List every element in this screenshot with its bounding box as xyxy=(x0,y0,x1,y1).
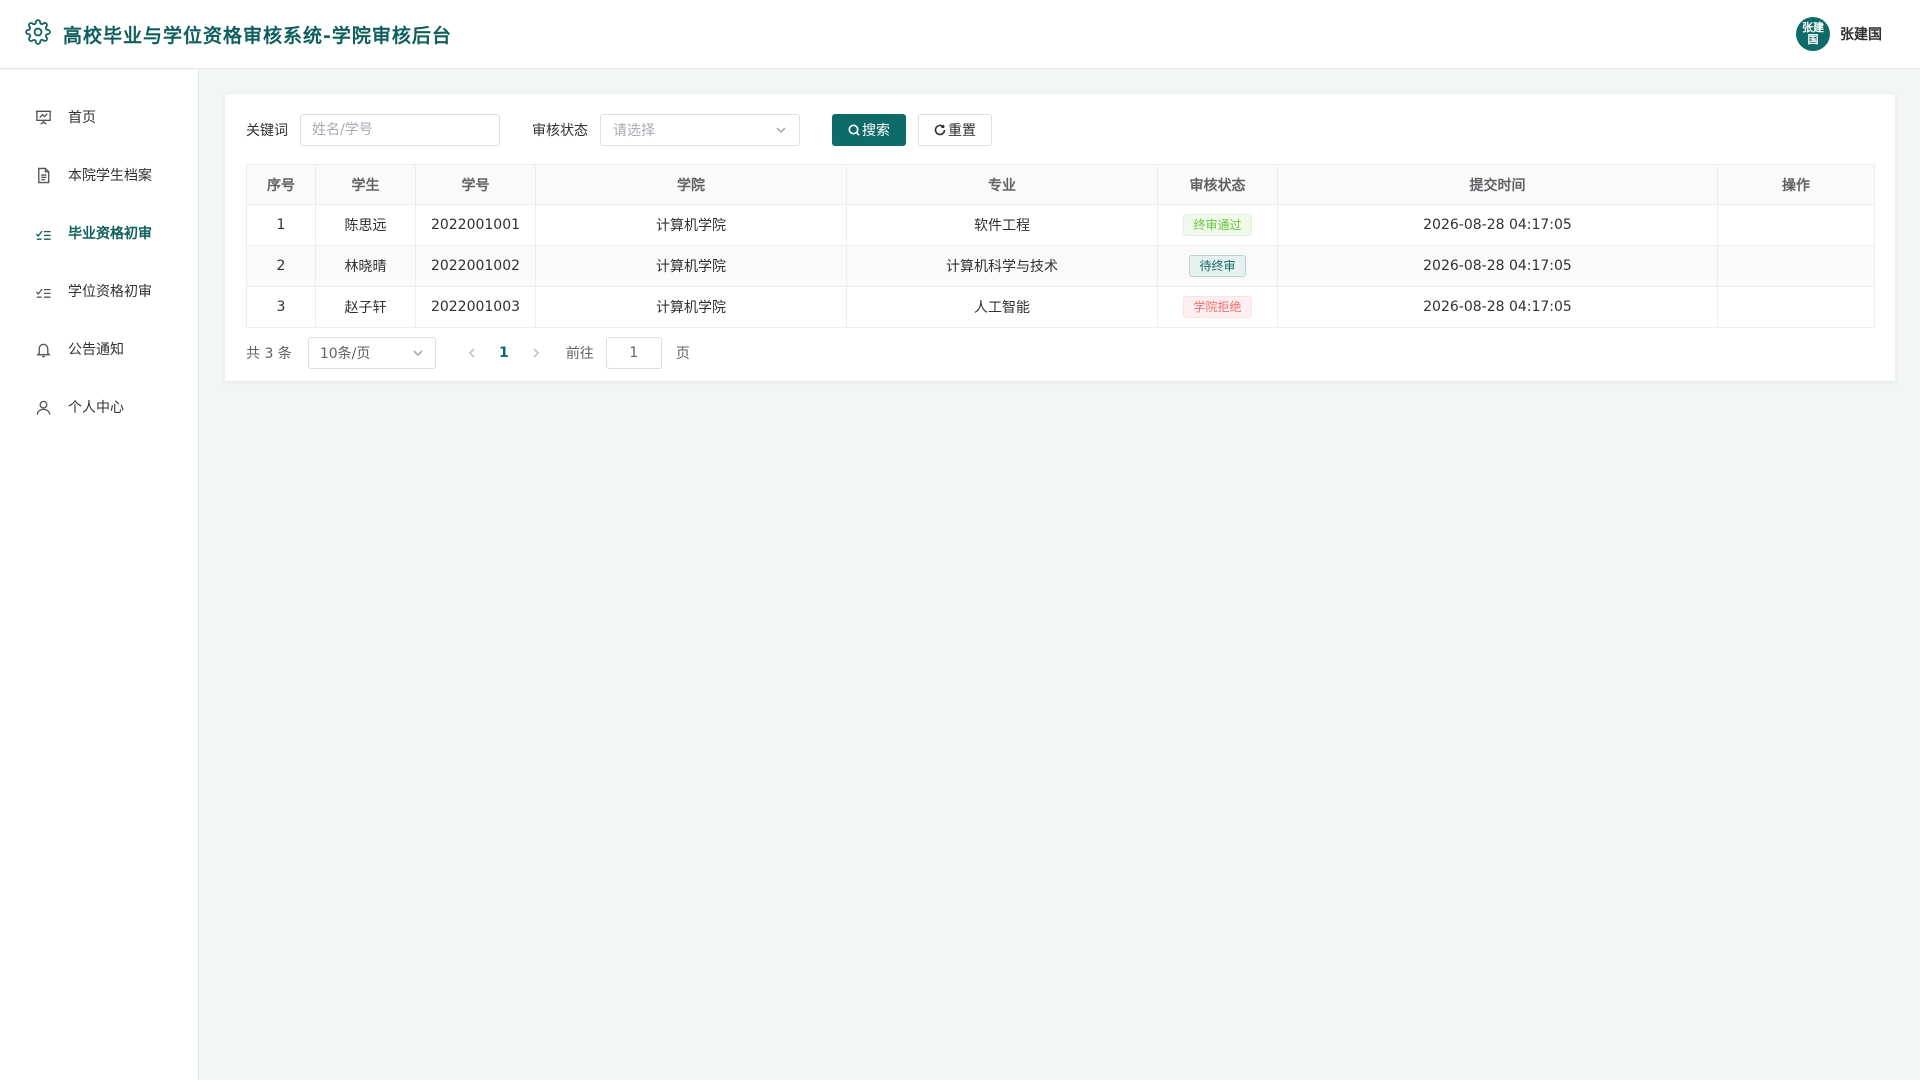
bell-icon xyxy=(36,343,51,357)
sidebar-item-label: 毕业资格初审 xyxy=(68,226,152,242)
pagination: 共 3 条 10条/页 1 前往 页 xyxy=(246,337,1874,369)
keyword-input[interactable] xyxy=(300,114,500,146)
status-badge: 待终审 xyxy=(1189,255,1246,277)
table-header-row: 序号 学生 学号 学院 专业 审核状态 提交时间 操作 xyxy=(246,164,1875,205)
cell-college: 计算机学院 xyxy=(535,245,847,287)
cell-student: 陈思远 xyxy=(315,204,416,246)
status-select-placeholder: 请选择 xyxy=(613,123,655,139)
cell-major: 软件工程 xyxy=(846,204,1158,246)
cell-status: 学院拒绝 xyxy=(1157,286,1278,328)
sidebar-item-graduation-review[interactable]: 毕业资格初审 xyxy=(0,204,198,262)
header-major: 专业 xyxy=(846,164,1158,205)
search-button-label: 搜索 xyxy=(862,123,890,139)
reset-button-label: 重置 xyxy=(948,123,976,139)
page-size-value: 10条/页 xyxy=(319,346,371,362)
search-button[interactable]: 搜索 xyxy=(832,114,906,146)
search-icon xyxy=(848,124,860,136)
cell-college: 计算机学院 xyxy=(535,286,847,328)
cell-actions xyxy=(1717,245,1875,287)
user-menu[interactable]: 张建国 张建国 xyxy=(1796,17,1882,51)
cell-status: 终审通过 xyxy=(1157,204,1278,246)
sidebar-item-home[interactable]: 首页 xyxy=(0,88,198,146)
pagination-total: 共 3 条 xyxy=(246,346,292,362)
page-number-current[interactable]: 1 xyxy=(488,345,520,361)
sidebar: 首页 本院学生档案 毕业资格初审 学位资格初审 公告通知 个人中心 xyxy=(0,70,199,1080)
status-label: 审核状态 xyxy=(532,123,588,139)
cell-index: 2 xyxy=(246,245,316,287)
cell-college: 计算机学院 xyxy=(535,204,847,246)
sidebar-item-label: 个人中心 xyxy=(68,400,124,416)
document-icon xyxy=(38,167,50,183)
cell-major: 人工智能 xyxy=(846,286,1158,328)
header-status: 审核状态 xyxy=(1157,164,1278,205)
cell-actions xyxy=(1717,204,1875,246)
header-college: 学院 xyxy=(535,164,847,205)
cell-index: 1 xyxy=(246,204,316,246)
review-card: 关键词 审核状态 请选择 搜索 重置 序号 学生 学号 学院 专业 xyxy=(225,94,1895,381)
status-badge: 终审通过 xyxy=(1183,214,1252,236)
sidebar-item-label: 首页 xyxy=(68,110,96,126)
user-icon xyxy=(36,400,51,415)
cell-submit-time: 2026-08-28 04:17:05 xyxy=(1277,245,1718,287)
cell-status: 待终审 xyxy=(1157,245,1278,287)
page-size-select[interactable]: 10条/页 xyxy=(307,337,436,369)
table-row[interactable]: 2 林晓晴 2022001002 计算机学院 计算机科学与技术 待终审 2026… xyxy=(246,245,1875,287)
filter-bar: 关键词 审核状态 请选择 搜索 重置 xyxy=(246,114,1874,146)
goto-page-input[interactable] xyxy=(605,337,662,369)
table-row[interactable]: 1 陈思远 2022001001 计算机学院 软件工程 终审通过 2026-08… xyxy=(246,204,1875,246)
sidebar-item-profile[interactable]: 个人中心 xyxy=(0,378,198,436)
gear-icon xyxy=(25,19,51,49)
sidebar-item-degree-review[interactable]: 学位资格初审 xyxy=(0,262,198,320)
user-name[interactable]: 张建国 xyxy=(1840,24,1882,44)
app-title: 高校毕业与学位资格审核系统-学院审核后台 xyxy=(63,24,452,47)
cell-student-id: 2022001001 xyxy=(415,204,536,246)
goto-label: 前往 xyxy=(565,346,594,362)
page-unit-label: 页 xyxy=(675,346,690,362)
chevron-left-icon xyxy=(468,348,475,358)
cell-student: 赵子轩 xyxy=(315,286,416,328)
status-select[interactable]: 请选择 xyxy=(600,114,800,146)
cell-student-id: 2022001002 xyxy=(415,245,536,287)
brand: 高校毕业与学位资格审核系统-学院审核后台 xyxy=(25,19,452,49)
header-actions: 操作 xyxy=(1717,164,1875,205)
app-header: 高校毕业与学位资格审核系统-学院审核后台 张建国 张建国 xyxy=(0,0,1920,69)
checklist-icon xyxy=(35,230,51,240)
cell-major: 计算机科学与技术 xyxy=(846,245,1158,287)
status-badge: 学院拒绝 xyxy=(1183,296,1252,318)
avatar[interactable]: 张建国 xyxy=(1796,17,1830,51)
review-table: 序号 学生 学号 学院 专业 审核状态 提交时间 操作 1 陈思远 202200… xyxy=(246,164,1875,328)
checklist-icon xyxy=(35,288,51,298)
header-student-id: 学号 xyxy=(415,164,536,205)
reset-button[interactable]: 重置 xyxy=(918,114,992,146)
sidebar-item-student-records[interactable]: 本院学生档案 xyxy=(0,146,198,204)
prev-page-button[interactable] xyxy=(456,337,488,369)
sidebar-item-notices[interactable]: 公告通知 xyxy=(0,320,198,378)
cell-submit-time: 2026-08-28 04:17:05 xyxy=(1277,286,1718,328)
cell-index: 3 xyxy=(246,286,316,328)
cell-student: 林晓晴 xyxy=(315,245,416,287)
chevron-down-icon xyxy=(776,127,786,134)
next-page-button[interactable] xyxy=(520,337,552,369)
header-index: 序号 xyxy=(246,164,316,205)
cell-student-id: 2022001003 xyxy=(415,286,536,328)
sidebar-item-label: 本院学生档案 xyxy=(68,168,152,184)
presentation-icon xyxy=(35,110,52,125)
table-row[interactable]: 3 赵子轩 2022001003 计算机学院 人工智能 学院拒绝 2026-08… xyxy=(246,286,1875,328)
sidebar-item-label: 公告通知 xyxy=(68,342,124,358)
header-student: 学生 xyxy=(315,164,416,205)
chevron-down-icon xyxy=(413,350,423,357)
keyword-label: 关键词 xyxy=(246,123,288,139)
refresh-icon xyxy=(934,124,946,136)
header-submit-time: 提交时间 xyxy=(1277,164,1718,205)
cell-submit-time: 2026-08-28 04:17:05 xyxy=(1277,204,1718,246)
chevron-right-icon xyxy=(533,348,539,358)
sidebar-item-label: 学位资格初审 xyxy=(68,284,152,300)
cell-actions xyxy=(1717,286,1875,328)
